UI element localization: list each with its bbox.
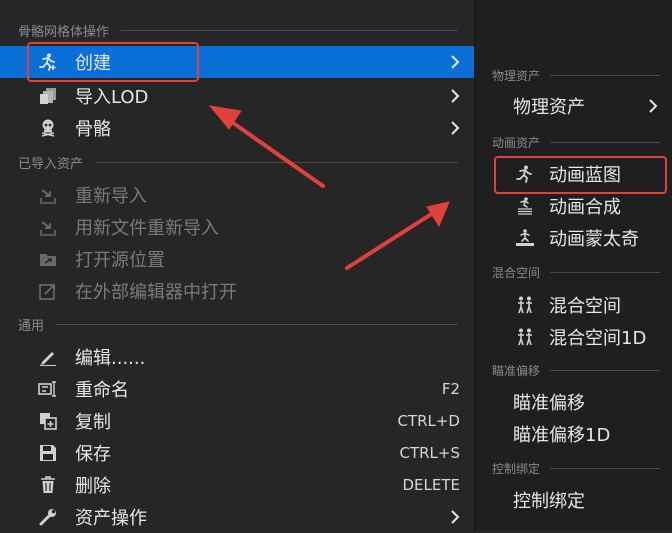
annotation-arrow-to-create (208, 105, 325, 188)
annotation-arrow-to-blueprint (345, 201, 450, 270)
annotation-arrows (208, 105, 450, 270)
